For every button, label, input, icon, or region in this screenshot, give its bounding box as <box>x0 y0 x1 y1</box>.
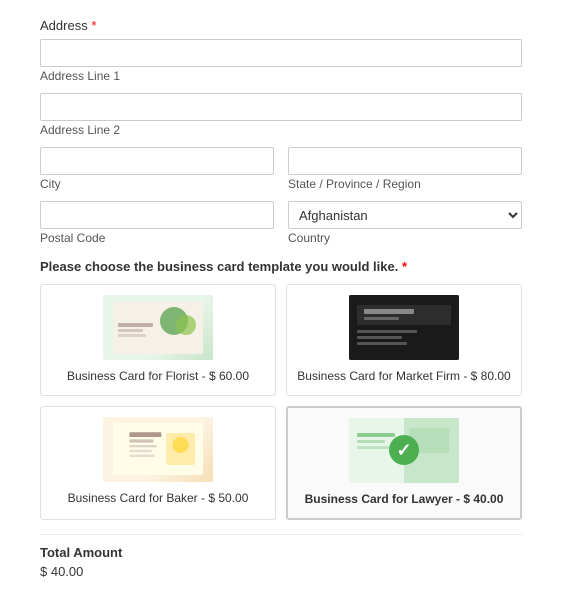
state-input[interactable] <box>288 147 522 175</box>
card-thumb-baker <box>103 417 213 482</box>
country-col: Afghanistan Albania United States Countr… <box>288 201 522 245</box>
card-label-lawyer: Business Card for Lawyer - $ 40.00 <box>296 491 512 508</box>
required-marker: * <box>88 18 97 33</box>
city-label: City <box>40 177 274 191</box>
address-line1-input[interactable] <box>40 39 522 67</box>
postal-label: Postal Code <box>40 231 274 245</box>
check-overlay: ✓ <box>389 435 419 465</box>
card-thumb-florist <box>103 295 213 360</box>
market-svg <box>349 295 459 360</box>
card-option-market[interactable]: Business Card for Market Firm - $ 80.00 <box>286 284 522 396</box>
card-option-lawyer[interactable]: ✓ Business Card for Lawyer - $ 40.00 <box>286 406 522 520</box>
country-label: Country <box>288 231 522 245</box>
baker-svg <box>119 429 207 469</box>
state-label: State / Province / Region <box>288 177 522 191</box>
city-col: City <box>40 147 274 191</box>
florist-svg <box>114 303 202 353</box>
address-line2-field: Address Line 2 <box>40 93 522 137</box>
total-amount: $ 40.00 <box>40 564 522 579</box>
choose-card-label: Please choose the business card template… <box>40 259 522 274</box>
address-line2-input[interactable] <box>40 93 522 121</box>
cards-grid: Business Card for Florist - $ 60.00 Busi… <box>40 284 522 520</box>
postal-country-row: Postal Code Afghanistan Albania United S… <box>40 201 522 245</box>
state-col: State / Province / Region <box>288 147 522 191</box>
card-option-florist[interactable]: Business Card for Florist - $ 60.00 <box>40 284 276 396</box>
address-header: Address * <box>40 18 522 33</box>
city-state-row: City State / Province / Region <box>40 147 522 191</box>
card-thumb-lawyer: ✓ <box>349 418 459 483</box>
card-option-baker[interactable]: Business Card for Baker - $ 50.00 <box>40 406 276 520</box>
address-label: Address <box>40 18 88 33</box>
address-section: Address * Address Line 1 Address Line 2 … <box>40 18 522 245</box>
card-label-baker: Business Card for Baker - $ 50.00 <box>49 490 267 507</box>
card-thumb-market <box>349 295 459 360</box>
city-input[interactable] <box>40 147 274 175</box>
total-section: Total Amount $ 40.00 <box>40 545 522 579</box>
address-line1-field: Address Line 1 <box>40 39 522 83</box>
divider <box>40 534 522 535</box>
total-label: Total Amount <box>40 545 522 560</box>
card-label-market: Business Card for Market Firm - $ 80.00 <box>295 368 513 385</box>
card-label-florist: Business Card for Florist - $ 60.00 <box>49 368 267 385</box>
postal-input[interactable] <box>40 201 274 229</box>
address-line2-label: Address Line 2 <box>40 123 522 137</box>
country-select[interactable]: Afghanistan Albania United States <box>288 201 522 229</box>
postal-col: Postal Code <box>40 201 274 245</box>
address-line1-label: Address Line 1 <box>40 69 522 83</box>
